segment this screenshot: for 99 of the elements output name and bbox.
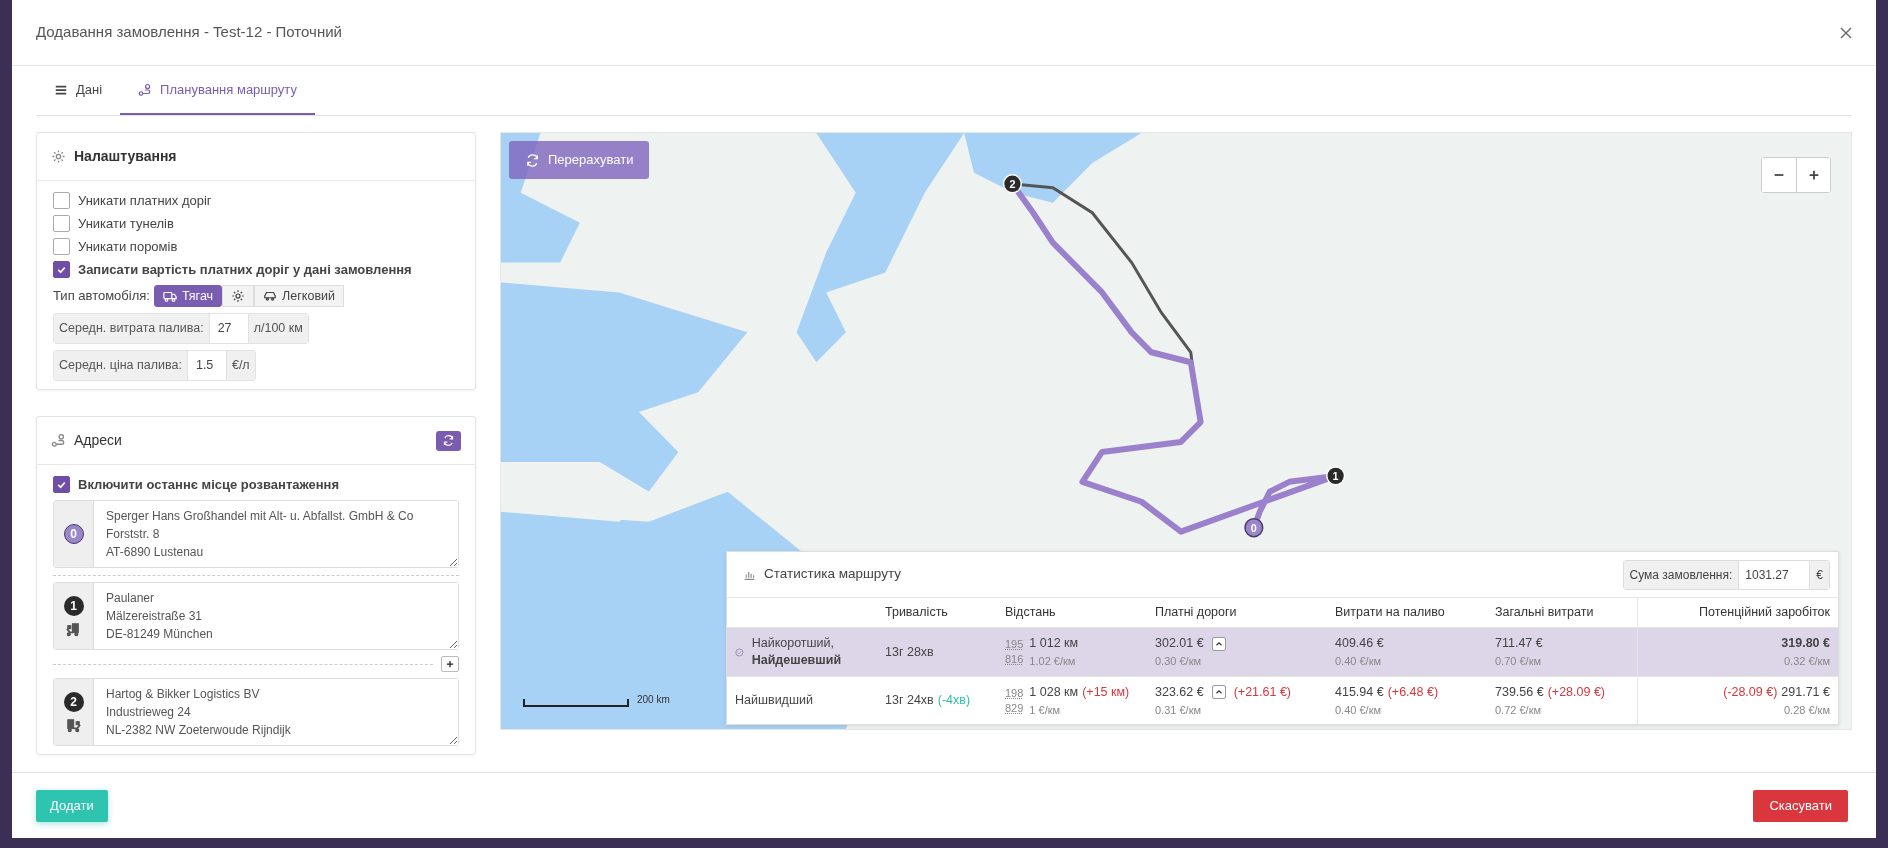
field-label: Середн. витрата палива: — [54, 314, 209, 343]
difference-value: (+6.48 €) — [1387, 683, 1439, 701]
per-km-value: 1.02 €/км — [1029, 654, 1077, 670]
checkbox-label: Записати вартість платних доріг у дані замовлення — [78, 260, 412, 279]
column-header: Відстань — [1005, 604, 1056, 622]
per-km-value: 0.70 €/км — [1495, 654, 1542, 670]
unit-label: л/100 км — [248, 314, 308, 343]
route-icon — [138, 82, 153, 97]
truck-unload-icon — [66, 621, 81, 637]
settings-icon — [231, 289, 246, 303]
difference-value: (-28.09 €) — [1723, 683, 1778, 701]
checkbox-label: Уникати платних доріг — [78, 191, 212, 210]
truck-icon — [162, 289, 177, 303]
dialog-title: Додавання замовлення - Test-12 - Поточний — [36, 22, 342, 43]
truck-load-icon — [66, 717, 81, 733]
settings-button[interactable] — [222, 285, 255, 307]
address-field[interactable]: 0 Sperger Hans Großhandel mit Alt- u. Abfallst. GmbH & Co Forststr. 8 AT-6890 Lustenau — [53, 500, 459, 568]
duration-value: 13г 24хв — [885, 692, 934, 710]
vehicle-type-button[interactable]: Тягач — [153, 285, 223, 307]
cost-value: 323.62 € — [1155, 683, 1204, 701]
refresh-icon — [442, 434, 455, 447]
tab[interactable]: Планування маршруту — [120, 66, 315, 115]
tab[interactable]: Дані — [36, 66, 121, 115]
cost-value: 739.56 € — [1495, 683, 1544, 701]
difference-value: (+21.61 €) — [1233, 683, 1291, 701]
stop-marker: 0 — [63, 524, 84, 544]
address-field[interactable]: 2 Hartog & Bikker Logistics BV Industrieweg 24 NL-2382 NW Zoeterwoude Rijndijk — [53, 678, 459, 746]
column-header: Витрати на паливо — [1335, 604, 1445, 622]
panel-title: Статистика маршруту — [764, 565, 901, 584]
duration-value: 13г 28хв — [885, 643, 934, 661]
difference-value: (+15 км) — [1082, 683, 1130, 701]
unit-label: € — [1810, 560, 1829, 589]
route-code: 198 — [1005, 685, 1024, 701]
difference-value: (-4хв) — [937, 692, 971, 710]
expand-button[interactable] — [1211, 636, 1226, 651]
refresh-icon — [525, 152, 540, 168]
unit-label: €/л — [226, 351, 255, 380]
route-name: Найшвидший — [735, 692, 813, 709]
refresh-button[interactable] — [436, 430, 461, 451]
per-km-value: 0.40 €/км — [1335, 654, 1382, 670]
route-code: 816 — [1005, 652, 1024, 667]
stop-marker: 1 — [63, 595, 84, 616]
settings-icon — [51, 149, 66, 164]
cost-value: 711.47 € — [1495, 635, 1543, 653]
checkbox[interactable] — [53, 192, 70, 209]
table-row[interactable]: Найшвидший 13г 24хв (-4хв) 198 829 1 028 км (+15 км) 1 €/км 323.62 € (+21.61 €) 0.31 €/км 415.94 € (+6.48 €) 0.40 €/км 739.56 € (+28.09 €) 0.72 €/км (-28.09 €) 291.71 € 0.28 €/км — [727, 676, 1838, 724]
column-header: Тривалість — [885, 604, 948, 622]
car-icon — [263, 289, 278, 303]
stop-marker: 2 — [63, 691, 84, 712]
scale-label: 200 km — [637, 693, 670, 707]
map-marker: 1 — [1326, 466, 1346, 486]
input-field[interactable]: 27 — [208, 314, 249, 343]
per-km-value: 0.31 €/км — [1155, 702, 1202, 718]
map-marker: 0 — [1244, 517, 1264, 538]
panel-title: Адреси — [74, 431, 122, 450]
per-km-value: 0.72 €/км — [1495, 702, 1542, 718]
check-circle-icon — [735, 645, 744, 659]
input-field[interactable]: 1.5 — [186, 351, 227, 380]
field-label: Сума замовлення: — [1623, 560, 1739, 589]
map-marker: 2 — [1002, 174, 1023, 194]
route-name: Найкоротший, Найдешевший — [751, 635, 843, 669]
column-header: Потенційний заробіток — [1699, 604, 1830, 622]
per-km-value: 0.28 €/км — [1783, 702, 1830, 718]
cancel-button[interactable]: Скасувати — [1753, 789, 1848, 822]
checkbox[interactable] — [53, 261, 70, 278]
panel-title: Налаштування — [74, 147, 177, 166]
cost-value: 1 012 км — [1029, 635, 1079, 653]
zoom-in-button[interactable] — [1796, 158, 1830, 192]
cost-value: 291.71 € — [1781, 683, 1830, 701]
add-stop-button[interactable] — [441, 656, 459, 672]
cost-value: 319.80 € — [1781, 635, 1830, 653]
per-km-value: 1 €/км — [1029, 702, 1062, 718]
expand-button[interactable] — [1211, 685, 1226, 700]
field-label: Тип автомобіля: — [53, 287, 150, 306]
per-km-value: 0.40 €/км — [1335, 702, 1382, 718]
cost-value: 409.46 € — [1335, 635, 1384, 653]
route-icon — [51, 433, 66, 448]
column-header: Загальні витрати — [1495, 604, 1594, 622]
checkbox-label: Уникати тунелів — [78, 214, 174, 233]
route-code: 829 — [1005, 700, 1024, 716]
cost-value: 302.01 € — [1155, 635, 1204, 653]
vehicle-type-button[interactable]: Легковий — [254, 285, 344, 307]
per-km-value: 0.30 €/км — [1155, 654, 1202, 670]
checkbox-label: Уникати поромів — [78, 237, 178, 256]
cost-value: 415.94 € — [1335, 683, 1384, 701]
address-field[interactable]: 1 Paulaner Mälzereistraße 31 DE-81249 München — [53, 582, 459, 650]
plus-icon — [445, 659, 455, 669]
table-row[interactable]: Найкоротший, Найдешевший 13г 28хв 195 816 1 012 км 1.02 €/км 302.01 € 0.30 €/км 409.46 € 0.40 €/км 711.47 € 0.70 €/км 319.80 € 0.32 €/км — [727, 628, 1838, 676]
checkbox[interactable] — [53, 476, 70, 493]
scale-bar-icon — [523, 699, 629, 707]
checkbox[interactable] — [53, 238, 70, 255]
route-code: 195 — [1005, 637, 1024, 652]
field-label: Середн. ціна палива: — [54, 351, 187, 380]
cost-value: 1 028 км — [1029, 683, 1079, 701]
column-header: Платні дороги — [1155, 604, 1237, 622]
difference-value: (+28.09 €) — [1547, 683, 1605, 701]
per-km-value: 0.32 €/км — [1783, 654, 1830, 670]
checkbox[interactable] — [53, 215, 70, 232]
checkbox-label: Включити останнє місце розвантаження — [78, 475, 340, 494]
